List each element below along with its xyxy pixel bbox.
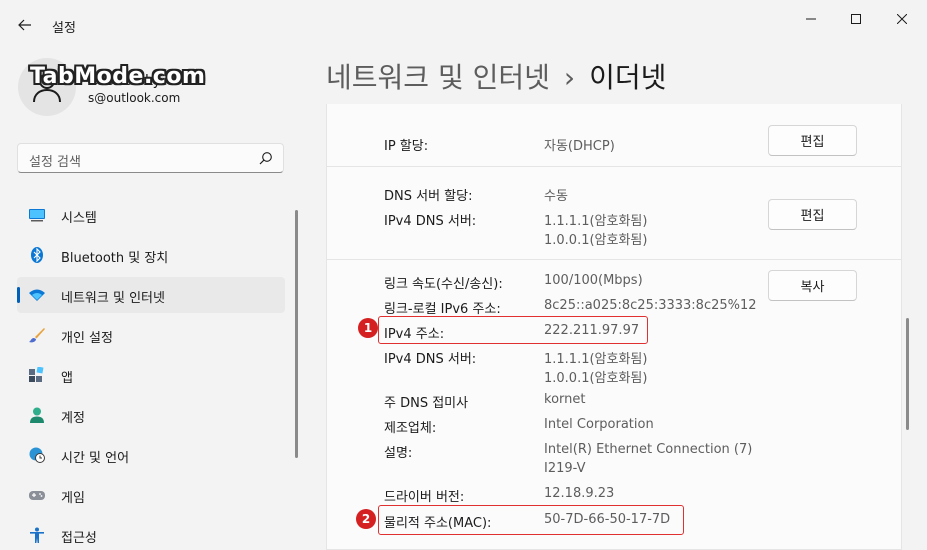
maximize-button[interactable]	[841, 8, 871, 30]
section-divider	[327, 166, 901, 167]
ip-assignment-value: 자동(DHCP)	[544, 139, 615, 154]
breadcrumb-separator: ›	[563, 61, 576, 94]
sidebar-item-label: 개인 설정	[61, 331, 113, 346]
dns-assignment-label: DNS 서버 할당:	[384, 189, 473, 204]
sidebar-item-system[interactable]: 시스템	[17, 197, 285, 233]
globe-clock-icon	[29, 447, 45, 463]
sidebar-item-label: Bluetooth 및 장치	[61, 251, 169, 266]
ipv4-dns-value-2: 1.0.0.1(암호화됨)	[544, 233, 648, 248]
ipv4-dns-label: IPv4 DNS 서버:	[384, 214, 477, 229]
manufacturer-label: 제조업체:	[384, 421, 437, 436]
wifi-icon	[29, 289, 45, 301]
link-speed-value: 100/100(Mbps)	[544, 273, 643, 288]
close-button[interactable]	[887, 8, 917, 30]
sidebar-item-apps[interactable]: 앱	[17, 357, 285, 393]
minimize-icon	[806, 18, 816, 20]
minimize-button[interactable]	[796, 8, 826, 30]
monitor-icon	[29, 209, 45, 222]
back-button[interactable]	[12, 12, 38, 38]
sidebar-item-accounts[interactable]: 계정	[17, 397, 285, 433]
link-speed-label: 링크 속도(수신/송신):	[384, 277, 503, 292]
title-bar: 설정	[0, 0, 927, 48]
ipv4-dns-value-1: 1.1.1.1(암호화됨)	[544, 214, 648, 229]
dns-assignment-value: 수동	[544, 189, 568, 204]
sidebar-item-personalization[interactable]: 개인 설정	[17, 317, 285, 353]
annotation-badge-2: 2	[356, 509, 376, 529]
content-scrollbar[interactable]	[906, 318, 909, 430]
breadcrumb: 네트워크 및 인터넷 › 이더넷	[326, 56, 666, 96]
sidebar-item-label: 시스템	[61, 211, 97, 226]
sidebar-item-network[interactable]: 네트워크 및 인터넷	[17, 277, 285, 313]
ip-assignment-label: IP 할당:	[384, 139, 429, 154]
sidebar-item-time-language[interactable]: 시간 및 언어	[17, 437, 285, 473]
copy-button[interactable]: 복사	[768, 270, 857, 301]
ipv4-dns-value-2: 1.0.0.1(암호화됨)	[544, 371, 648, 386]
search-input[interactable]: 설정 검색	[17, 143, 284, 173]
sidebar-item-label: 계정	[61, 411, 85, 426]
link-local-ipv6-label: 링크-로컬 IPv6 주소:	[384, 302, 501, 317]
manufacturer-value: Intel Corporation	[544, 417, 654, 432]
sidebar-item-gaming[interactable]: 게임	[17, 477, 285, 513]
person-icon	[30, 407, 44, 423]
search-placeholder: 설정 검색	[29, 155, 81, 170]
search-icon	[259, 152, 272, 165]
back-arrow-icon	[18, 19, 31, 31]
primary-dns-suffix-value: kornet	[544, 392, 586, 407]
sidebar-item-label: 네트워크 및 인터넷	[61, 291, 165, 306]
description-value-1: Intel(R) Ethernet Connection (7)	[544, 442, 753, 457]
sidebar-item-label: 접근성	[61, 531, 97, 546]
watermark: TabMode.com	[30, 64, 206, 89]
app-title: 설정	[52, 21, 76, 36]
primary-dns-suffix-label: 주 DNS 접미사	[384, 396, 469, 411]
ipv4-dns-label: IPv4 DNS 서버:	[384, 352, 477, 367]
edit-ip-assignment-button[interactable]: 편집	[768, 125, 857, 156]
gamepad-icon	[29, 491, 45, 500]
page-title: 이더넷	[589, 61, 667, 94]
selection-indicator	[17, 287, 20, 303]
brush-icon	[29, 328, 45, 343]
sidebar-item-bluetooth[interactable]: Bluetooth 및 장치	[17, 237, 285, 273]
mac-highlight-box	[378, 505, 684, 535]
accessibility-icon	[30, 527, 44, 543]
description-label: 설명:	[384, 446, 413, 461]
sidebar-item-label: 게임	[61, 491, 85, 506]
breadcrumb-parent[interactable]: 네트워크 및 인터넷	[326, 61, 550, 94]
apps-icon	[29, 367, 44, 382]
ipv4-dns-value-1: 1.1.1.1(암호화됨)	[544, 352, 648, 367]
driver-version-label: 드라이버 버전:	[384, 490, 465, 505]
close-icon	[897, 14, 907, 24]
user-email: s@outlook.com	[88, 91, 181, 105]
link-local-ipv6-value: 8c25::a025:8c25:3333:8c25%12	[544, 298, 757, 313]
sidebar-item-label: 시간 및 언어	[61, 451, 130, 466]
sidebar-item-label: 앱	[61, 371, 73, 386]
sidebar-item-accessibility[interactable]: 접근성	[17, 517, 285, 550]
sidebar-scrollbar[interactable]	[295, 210, 298, 458]
section-divider	[327, 259, 901, 260]
edit-dns-button[interactable]: 편집	[768, 199, 857, 230]
annotation-badge-1: 1	[358, 318, 378, 338]
ipv4-highlight-box	[378, 316, 648, 344]
description-value-2: I219-V	[544, 461, 586, 476]
driver-version-value: 12.18.9.23	[544, 486, 615, 501]
bluetooth-icon	[31, 247, 43, 263]
maximize-icon	[851, 14, 861, 24]
